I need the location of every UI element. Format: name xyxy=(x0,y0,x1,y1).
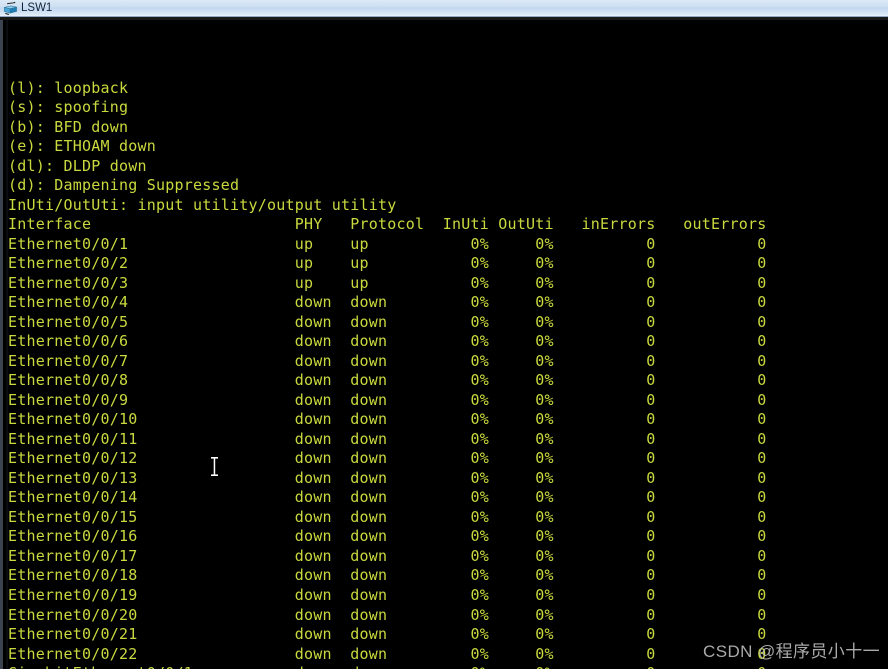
terminal-bezel: (l): loopback (s): spoofing (b): BFD down(… xyxy=(0,20,888,669)
switch-icon xyxy=(4,1,17,15)
legend-line-6: InUti/OutUti: input utility/output utili… xyxy=(8,195,397,214)
table-row: Ethernet0/0/8 down down 0% 0% 0 0 xyxy=(8,371,767,390)
table-row: Ethernet0/0/20 down down 0% 0% 0 0 xyxy=(8,605,767,624)
legend-line-3: (e): ETHOAM down xyxy=(8,137,157,156)
table-row: Ethernet0/0/22 down down 0% 0% 0 0 xyxy=(8,644,767,663)
legend-line-4: (dl): DLDP down xyxy=(8,156,147,175)
table-row: Ethernet0/0/12 down down 0% 0% 0 0 xyxy=(8,449,767,468)
legend-line-5: (d): Dampening Suppressed xyxy=(8,176,240,195)
terminal-screen[interactable]: (l): loopback (s): spoofing (b): BFD down(… xyxy=(8,20,888,669)
table-row: Ethernet0/0/10 down down 0% 0% 0 0 xyxy=(8,410,767,429)
legend-line-2: (b): BFD down xyxy=(8,117,129,136)
table-row: GigabitEthernet0/0/1 down down 0% 0% 0 0 xyxy=(8,664,888,669)
table-row: Ethernet0/0/19 down down 0% 0% 0 0 xyxy=(8,586,767,604)
table-row: Ethernet0/0/9 down down 0% 0% 0 0 xyxy=(8,390,767,409)
table-row: Ethernet0/0/21 down down 0% 0% 0 0 xyxy=(8,625,767,644)
table-row: Ethernet0/0/1 up up 0% 0% 0 0 xyxy=(8,234,767,253)
title-bar[interactable]: LSW1 xyxy=(0,0,888,17)
table-row: Ethernet0/0/7 down down 0% 0% 0 0 xyxy=(8,351,767,370)
legend-line-0: (l): loopback xyxy=(8,78,129,97)
window-title: LSW1 xyxy=(21,1,53,14)
emulator-window: LSW1 (l): loopback (s): spoofing (b): BFD … xyxy=(0,0,888,669)
legend-line-1: (s): spoofing xyxy=(8,98,129,117)
table-row: Ethernet0/0/17 down down 0% 0% 0 0 xyxy=(8,546,767,565)
table-row: Ethernet0/0/14 down down 0% 0% 0 0 xyxy=(8,488,767,507)
table-row: Ethernet0/0/16 down down 0% 0% 0 0 xyxy=(8,527,767,546)
table-row: Ethernet0/0/11 down down 0% 0% 0 0 xyxy=(8,429,767,448)
table-row: Ethernet0/0/18 down down 0% 0% 0 0 xyxy=(8,566,767,585)
table-header-row: Interface PHY Protocol InUti OutUti inEr… xyxy=(8,215,767,234)
table-row: Ethernet0/0/13 down down 0% 0% 0 0 xyxy=(8,468,767,487)
table-row: Ethernet0/0/15 down down 0% 0% 0 0 xyxy=(8,507,767,526)
table-row: Ethernet0/0/2 up up 0% 0% 0 0 xyxy=(8,254,767,273)
table-row: Ethernet0/0/5 down down 0% 0% 0 0 xyxy=(8,312,767,331)
table-row: Ethernet0/0/4 down down 0% 0% 0 0 xyxy=(8,293,767,312)
table-row: Ethernet0/0/3 up up 0% 0% 0 0 xyxy=(8,273,767,292)
table-row: Ethernet0/0/6 down down 0% 0% 0 0 xyxy=(8,332,767,351)
